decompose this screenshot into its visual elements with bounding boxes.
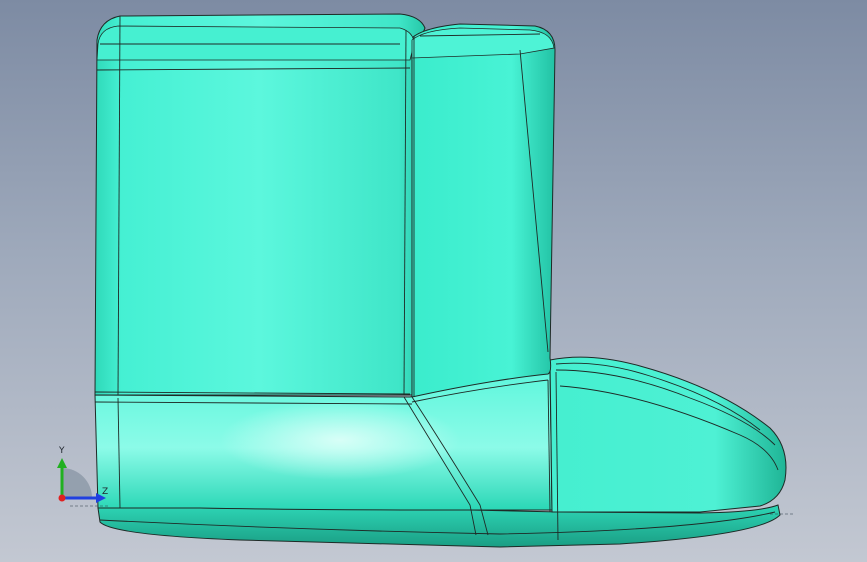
triad-y-label: Y (58, 446, 65, 456)
triad-origin (58, 494, 66, 502)
triad-arc (62, 468, 92, 498)
surface-highlight (220, 400, 460, 480)
boot-shaft-side[interactable] (409, 23, 556, 398)
triad-y-arrow (57, 458, 67, 468)
boot-collar (96, 25, 415, 61)
boot-toe[interactable] (549, 356, 787, 513)
boot-shaft-front[interactable] (94, 13, 426, 396)
model-view[interactable]: Y Z (0, 0, 867, 562)
graphics-viewport[interactable]: Y Z (0, 0, 867, 562)
triad-z-label: Z (102, 487, 108, 497)
